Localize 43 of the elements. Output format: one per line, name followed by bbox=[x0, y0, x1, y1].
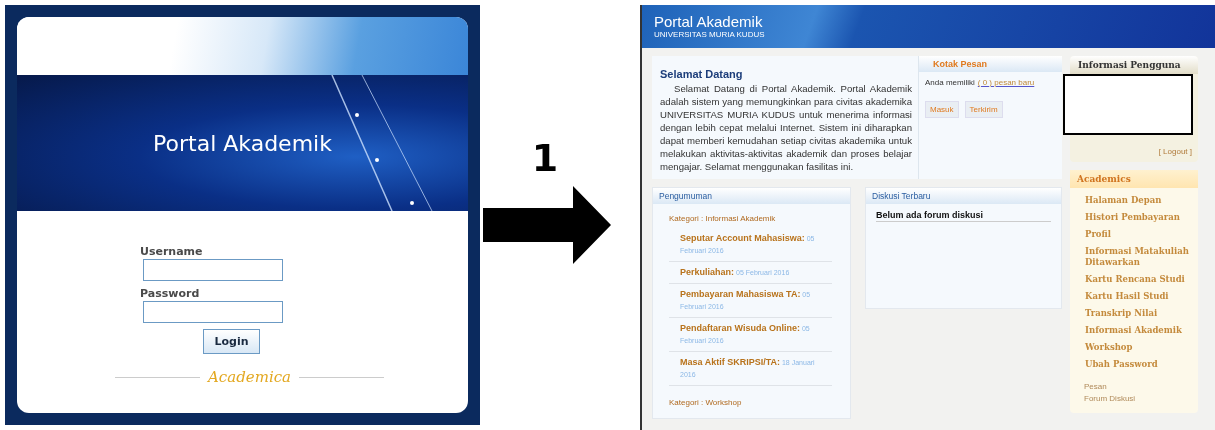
menu-item[interactable]: Kartu Rencana Studi bbox=[1085, 274, 1194, 285]
announcement-link[interactable]: Pembayaran Mahasiswa TA: bbox=[680, 289, 801, 299]
inbox-button[interactable]: Masuk bbox=[925, 101, 959, 118]
menu-item[interactable]: Kartu Hasil Studi bbox=[1085, 291, 1194, 302]
category-label: Kategori : Informasi Akademik bbox=[669, 214, 777, 223]
field-label: Username bbox=[140, 245, 204, 258]
announcement-link[interactable]: Masa Aktif SKRIPSI/TA: bbox=[680, 357, 780, 367]
menu-item[interactable]: Transkrip Nilai bbox=[1085, 308, 1194, 319]
step-number: 1 bbox=[531, 138, 559, 178]
university-name: UNIVERSITAS MURIA KUDUS bbox=[654, 30, 766, 39]
menu-item[interactable]: Workshop bbox=[1085, 342, 1194, 353]
announcement-link[interactable]: Seputar Account Mahasiswa: bbox=[680, 233, 805, 243]
arrow-icon bbox=[483, 186, 611, 264]
app-title: Portal Akademik bbox=[153, 130, 332, 156]
menu-item[interactable]: Profil bbox=[1085, 229, 1194, 240]
login-button[interactable]: Login bbox=[203, 329, 260, 354]
new-messages-link[interactable]: ( 0 ) pesan baru bbox=[977, 78, 1035, 87]
welcome-text: Selamat Datang di Portal Akademik. Portal Akademik adalah sistem yang memungkinkan para civitas akademika UNIVERSITAS MURIA KUDUS untuk menerima informasi dengan lebih cepat melalui Internet. Sistem ini diharapkan dapat memberi kemudahan setiap civitas akademika untuk melakukan aktivitas-aktivitas akademik dan proses belajar mengajar. Selamat menggunakan fasilitas ini. bbox=[660, 82, 912, 173]
menu-link[interactable]: Forum Diskusi bbox=[1084, 394, 1198, 403]
panel-title: Kotak Pesan bbox=[933, 59, 988, 69]
academica-logo: Academica bbox=[208, 368, 292, 386]
empty-message: Belum ada forum diskusi bbox=[876, 210, 1051, 222]
menu-item[interactable]: Informasi Akademik bbox=[1085, 325, 1194, 336]
welcome-title: Selamat Datang bbox=[660, 68, 744, 80]
menu-link[interactable]: Pesan bbox=[1084, 382, 1198, 391]
announcement-link[interactable]: Perkuliahan: bbox=[680, 267, 735, 277]
input-field[interactable] bbox=[143, 301, 283, 323]
field-label: Password bbox=[140, 287, 201, 300]
panel-title: Diskusi Terbaru bbox=[872, 191, 931, 201]
menu-item[interactable]: Histori Pembayaran bbox=[1085, 212, 1194, 223]
input-field[interactable] bbox=[143, 259, 283, 281]
portal-title: Portal Akademik bbox=[654, 14, 764, 30]
menu-item[interactable]: Ubah Password bbox=[1085, 359, 1194, 370]
inbox-button[interactable]: Terkirim bbox=[964, 101, 1003, 118]
panel-title: Informasi Pengguna bbox=[1078, 60, 1181, 70]
menu-item[interactable]: Informasi Matakuliah Ditawarkan bbox=[1085, 246, 1194, 268]
announcement-link[interactable]: Pendaftaran Wisuda Online: bbox=[680, 323, 800, 333]
panel-title: Pengumuman bbox=[659, 191, 712, 201]
logout-link[interactable]: [ Logout ] bbox=[1158, 147, 1192, 156]
menu-item[interactable]: Halaman Depan bbox=[1085, 195, 1194, 206]
category-label: Kategori : Workshop bbox=[669, 398, 743, 407]
message-text: Anda memiliki bbox=[925, 78, 975, 87]
menu-title: Academics bbox=[1077, 174, 1131, 184]
